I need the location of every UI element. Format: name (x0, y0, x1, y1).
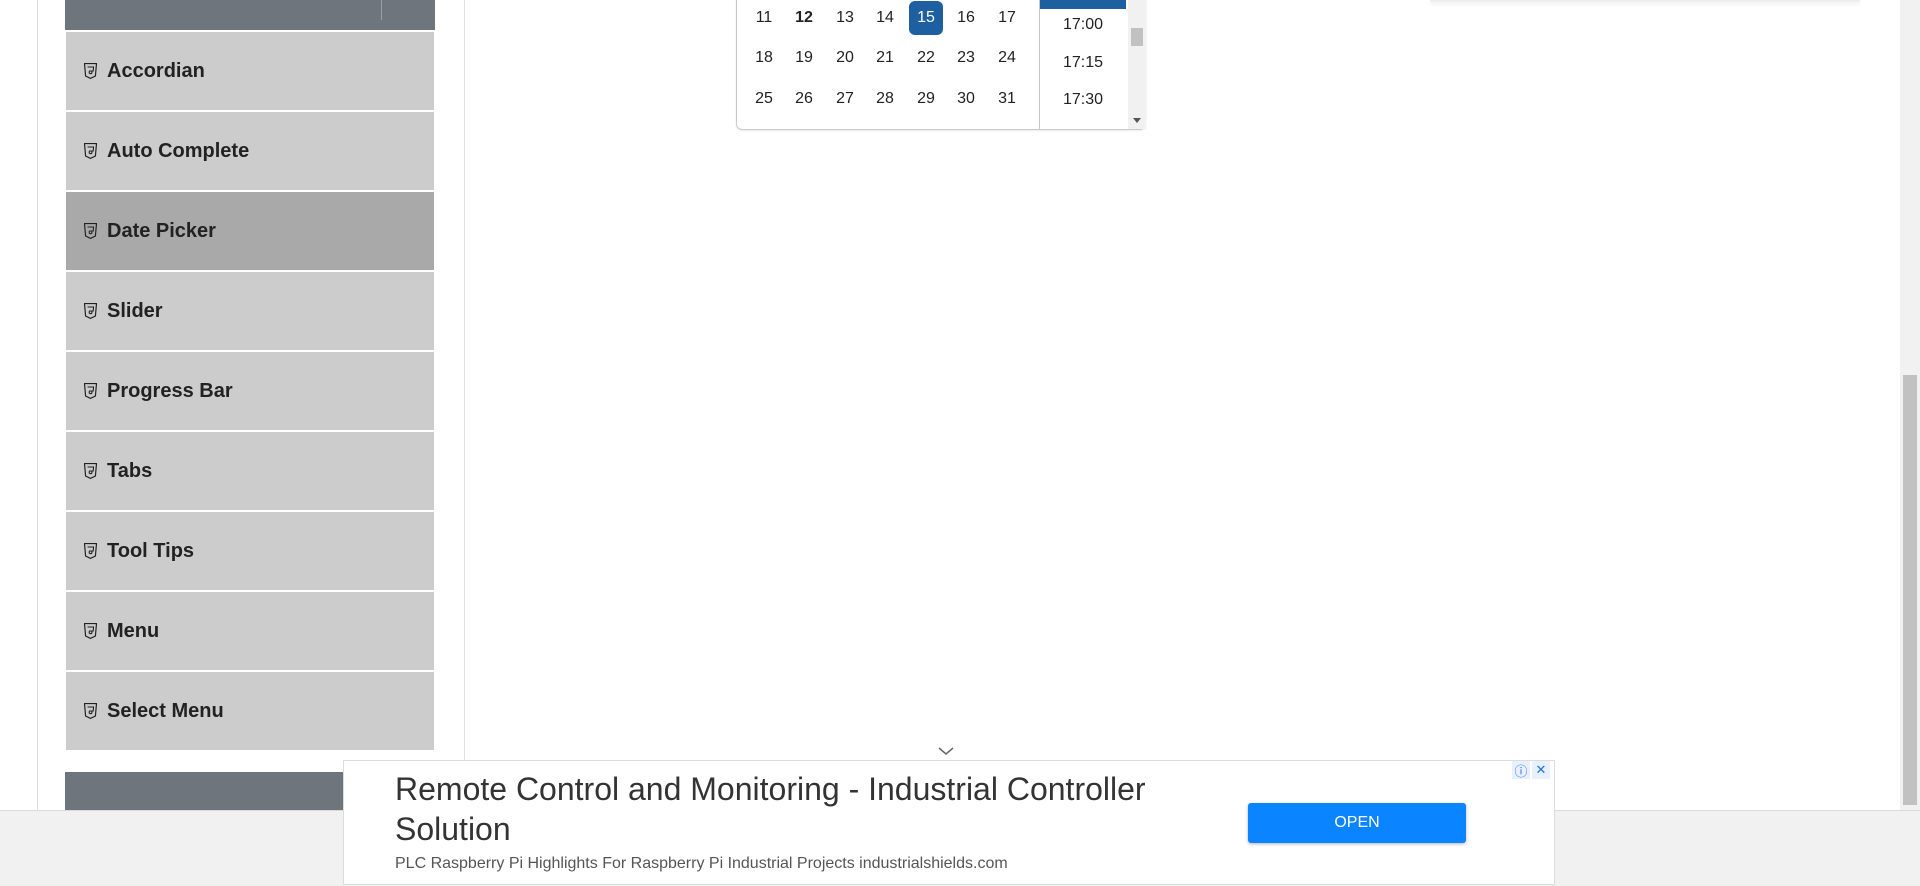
sidebar-item-label: Auto Complete (107, 139, 250, 162)
html5-icon (84, 303, 97, 319)
sidebar-item-label: Menu (107, 619, 160, 642)
sidebar-item-label: Progress Bar (107, 379, 233, 402)
calendar-day[interactable]: 31 (990, 82, 1024, 116)
page-vertical-scrollbar[interactable] (1900, 0, 1920, 810)
calendar-day[interactable]: 20 (828, 41, 862, 75)
time-list: 17:00 17:15 17:30 (1039, 0, 1146, 129)
calendar-day[interactable]: 16 (949, 1, 983, 35)
html5-icon (84, 223, 97, 239)
sidebar-item-select-menu[interactable]: Select Menu (66, 672, 434, 750)
html5-icon (84, 143, 97, 159)
page-scroll-thumb[interactable] (1903, 375, 1917, 805)
calendar-day-selected[interactable]: 15 (909, 1, 943, 35)
calendar-day[interactable]: 30 (949, 82, 983, 116)
html5-icon (84, 623, 97, 639)
sidebar-item-progress-bar[interactable]: Progress Bar (66, 352, 434, 430)
html5-icon (84, 383, 97, 399)
calendar-month-grid: 11 12 13 14 15 16 17 18 19 20 21 22 23 24 25 26 27 28 29 30… (737, 0, 1039, 129)
info-icon[interactable]: ⓘ (1512, 761, 1530, 780)
chevron-down-icon[interactable] (938, 742, 954, 755)
sidebar-item-label: Select Menu (107, 699, 224, 722)
calendar-day[interactable]: 24 (990, 41, 1024, 75)
html5-icon (84, 463, 97, 479)
close-icon[interactable]: ✕ (1532, 761, 1550, 779)
time-option[interactable]: 17:30 (1040, 91, 1126, 109)
header-divider (381, 0, 382, 20)
sidebar-item-accordian[interactable]: Accordian (66, 32, 434, 110)
time-selected-highlight (1040, 0, 1126, 9)
ad-title[interactable]: Remote Control and Monitoring - Industri… (395, 769, 1235, 849)
html5-icon (84, 703, 97, 719)
time-list-scrollbar[interactable] (1128, 0, 1146, 129)
sidebar-item-tabs[interactable]: Tabs (66, 432, 434, 510)
sidebar-item-label: Date Picker (107, 219, 216, 242)
calendar-day[interactable]: 11 (747, 1, 781, 35)
sidebar-item-date-picker[interactable]: Date Picker (66, 192, 434, 270)
time-scroll-thumb[interactable] (1131, 28, 1143, 46)
calendar-day[interactable]: 18 (747, 41, 781, 75)
sidebar-item-menu[interactable]: Menu (66, 592, 434, 670)
sidebar-group-header[interactable] (65, 0, 435, 30)
calendar-day[interactable]: 12 (787, 1, 821, 35)
sidebar-group-header-next[interactable] (65, 772, 345, 812)
calendar-day[interactable]: 13 (828, 1, 862, 35)
date-picker-popup: 11 12 13 14 15 16 17 18 19 20 21 22 23 24 25 26 27 28 29 30… (736, 0, 1146, 130)
scroll-down-arrow-icon[interactable] (1133, 118, 1141, 123)
sidebar-item-auto-complete[interactable]: Auto Complete (66, 112, 434, 190)
ad-description[interactable]: PLC Raspberry Pi Highlights For Raspberr… (395, 855, 1008, 873)
calendar-day[interactable]: 19 (787, 41, 821, 75)
card-bottom-edge (1430, 0, 1860, 2)
ad-open-button[interactable]: OPEN (1248, 803, 1466, 843)
time-option[interactable]: 17:00 (1040, 16, 1126, 34)
calendar-day[interactable]: 29 (909, 82, 943, 116)
calendar-day[interactable]: 25 (747, 82, 781, 116)
calendar-day[interactable]: 14 (868, 1, 902, 35)
calendar-day[interactable]: 21 (868, 41, 902, 75)
html5-icon (84, 63, 97, 79)
calendar-day[interactable]: 17 (990, 1, 1024, 35)
calendar-day[interactable]: 28 (868, 82, 902, 116)
time-option[interactable]: 17:15 (1040, 54, 1126, 72)
calendar-day[interactable]: 27 (828, 82, 862, 116)
content-divider (464, 0, 465, 810)
sidebar-item-label: Accordian (107, 59, 205, 82)
sidebar-item-label: Slider (107, 299, 163, 322)
calendar-day[interactable]: 26 (787, 82, 821, 116)
advertisement-banner: Remote Control and Monitoring - Industri… (343, 760, 1555, 885)
calendar-day[interactable]: 22 (909, 41, 943, 75)
ad-controls: ⓘ ✕ (1512, 761, 1552, 781)
sidebar-item-label: Tool Tips (107, 539, 195, 562)
sidebar-item-slider[interactable]: Slider (66, 272, 434, 350)
page-left-border (37, 0, 38, 810)
html5-icon (84, 543, 97, 559)
sidebar-item-tool-tips[interactable]: Tool Tips (66, 512, 434, 590)
sidebar-item-label: Tabs (107, 459, 153, 482)
calendar-day[interactable]: 23 (949, 41, 983, 75)
